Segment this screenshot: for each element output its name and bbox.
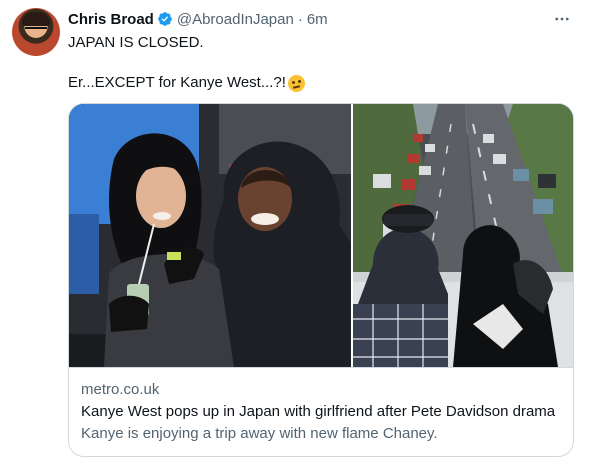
avatar[interactable] xyxy=(12,8,60,56)
tweet-text: JAPAN IS CLOSED. Er...EXCEPT for Kanye W… xyxy=(68,33,568,93)
street-photo-graphic xyxy=(353,104,573,367)
card-description: Kanye is enjoying a trip away with new f… xyxy=(81,425,438,442)
separator-dot: · xyxy=(297,10,303,28)
more-dots-icon-graphic xyxy=(555,17,569,21)
tweet-line-1: JAPAN IS CLOSED. xyxy=(68,34,204,51)
card-images xyxy=(69,104,573,367)
display-name[interactable]: Chris Broad xyxy=(68,11,154,28)
tweet-header: Chris Broad @AbroadInJapan · 6m xyxy=(68,9,328,29)
card-image-couple xyxy=(69,104,351,367)
card-title: Kanye West pops up in Japan with girlfri… xyxy=(81,403,556,420)
tweet-line-2: Er...EXCEPT for Kanye West...?! xyxy=(68,73,568,93)
card-meta: metro.co.uk Kanye West pops up in Japan … xyxy=(69,367,573,456)
avatar-glasses xyxy=(25,27,47,33)
link-card[interactable]: metro.co.uk Kanye West pops up in Japan … xyxy=(68,103,574,457)
couple-photo-graphic xyxy=(69,104,351,367)
verified-badge-icon xyxy=(158,12,172,26)
timestamp[interactable]: 6m xyxy=(307,11,328,28)
raised-eyebrow-emoji-icon xyxy=(287,74,305,92)
avatar-hair xyxy=(22,12,50,26)
user-handle[interactable]: @AbroadInJapan xyxy=(177,11,294,28)
card-domain: metro.co.uk xyxy=(81,381,160,398)
tweet[interactable]: Chris Broad @AbroadInJapan · 6m JAPAN IS… xyxy=(0,0,589,468)
more-dots-icon[interactable] xyxy=(551,9,573,29)
card-image-street xyxy=(353,104,573,367)
tweet-line-2-text: Er...EXCEPT for Kanye West...?! xyxy=(68,74,286,91)
